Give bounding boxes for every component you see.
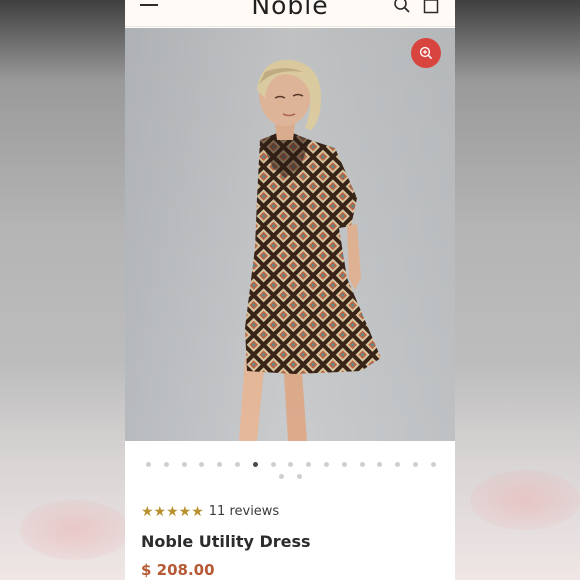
pagination-dot[interactable] (341, 462, 347, 467)
reviews-link[interactable]: 11 reviews (209, 504, 279, 519)
product-rating[interactable]: ★★★★★ 11 reviews (141, 503, 279, 520)
pagination-dot[interactable] (324, 462, 329, 467)
star-rating-icon: ★★★★★ (141, 503, 204, 519)
pagination-dot[interactable] (359, 462, 365, 467)
pagination-dot[interactable] (181, 462, 187, 467)
background-blur (20, 500, 130, 560)
pagination-dot[interactable] (413, 462, 418, 467)
site-header: Noble (125, 0, 455, 27)
pagination-dot[interactable] (235, 462, 240, 467)
background-blur (470, 470, 580, 530)
pagination-dot[interactable] (306, 462, 312, 467)
product-image[interactable] (125, 28, 455, 441)
pagination-dot[interactable] (288, 462, 294, 467)
pagination-dot[interactable] (163, 462, 169, 467)
pagination-dot[interactable] (217, 462, 223, 467)
pagination-dot[interactable] (270, 462, 276, 467)
shopping-bag-icon[interactable] (423, 0, 439, 14)
background-left (0, 0, 125, 580)
phone-screen: Noble ★★★★★ 11 reviews Noble Utility Dre… (125, 0, 455, 580)
pagination-dot[interactable] (430, 462, 436, 467)
pagination-dot[interactable] (377, 462, 383, 467)
zoom-in-icon (419, 46, 433, 60)
product-price: $ 208.00 (141, 561, 215, 579)
search-icon[interactable] (393, 0, 411, 14)
pagination-dot[interactable] (395, 462, 401, 467)
pagination-dot[interactable] (146, 462, 151, 467)
pagination-dot[interactable] (199, 462, 205, 467)
pagination-dot[interactable] (279, 474, 284, 479)
pagination-dot[interactable] (297, 474, 302, 479)
zoom-button[interactable] (411, 38, 441, 68)
pagination-dot[interactable] (252, 462, 258, 467)
product-title: Noble Utility Dress (141, 532, 311, 551)
gallery-pagination (125, 458, 455, 482)
